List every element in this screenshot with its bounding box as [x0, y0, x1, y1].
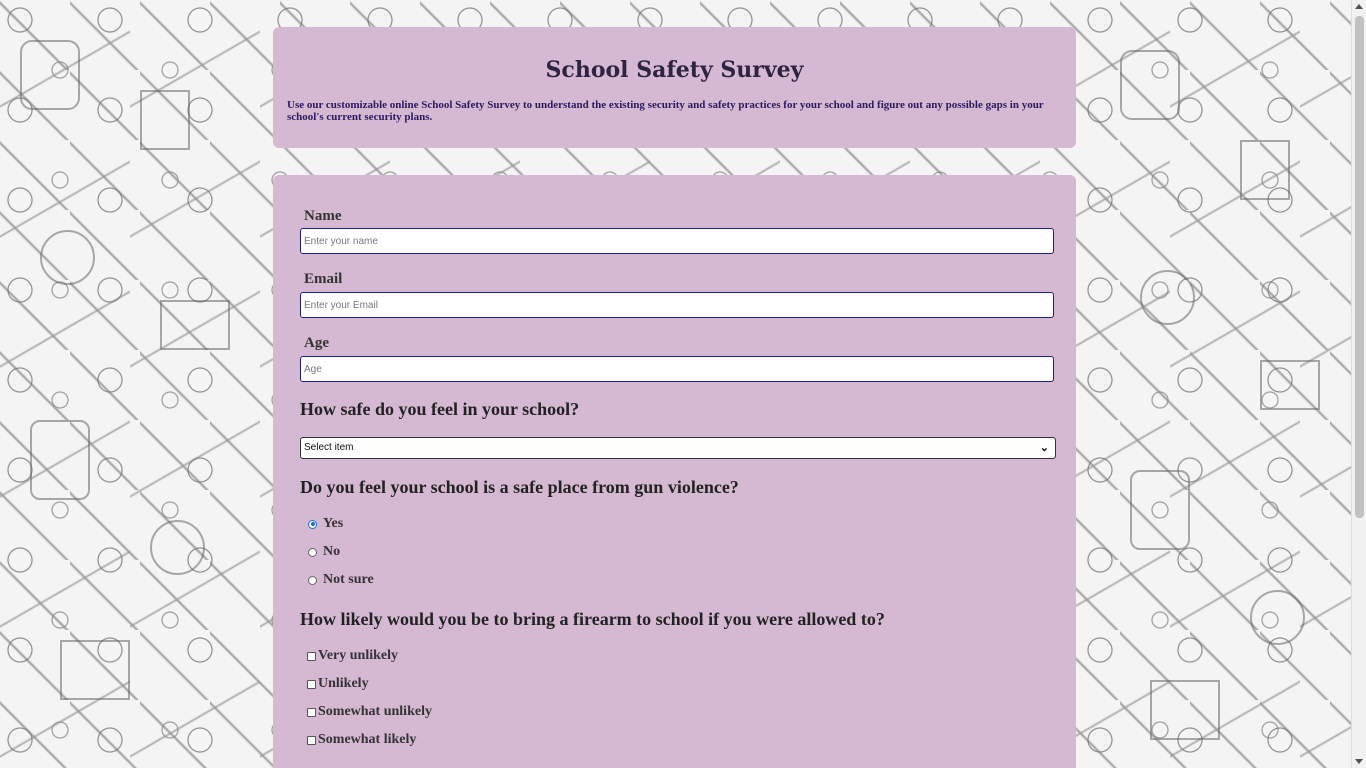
select-value: Select item	[304, 442, 354, 453]
radio-option-yes[interactable]: Yes	[300, 510, 1056, 538]
checkbox-option-somewhat-unlikely[interactable]: Somewhat unlikely	[300, 698, 1056, 726]
page-scrollbar[interactable]	[1351, 0, 1366, 768]
question-gun-violence: Do you feel your school is a safe place …	[300, 477, 739, 497]
checkbox-option-label: Somewhat likely	[318, 732, 417, 747]
checkbox-option-label: Somewhat unlikely	[318, 704, 432, 719]
radio-option-label: Yes	[323, 516, 344, 531]
radio-button[interactable]	[308, 547, 317, 557]
checkbox-option-label: Very unlikely	[318, 648, 398, 663]
radio-button[interactable]	[308, 519, 317, 529]
name-input[interactable]	[300, 228, 1054, 254]
checkbox[interactable]	[307, 735, 316, 745]
age-label: Age	[304, 335, 329, 351]
checkbox-option-somewhat-likely[interactable]: Somewhat likely	[300, 726, 1056, 754]
question-safety-feeling: How safe do you feel in your school?	[300, 399, 580, 419]
chevron-down-icon: ⌄	[1039, 442, 1049, 454]
checkbox[interactable]	[307, 679, 316, 689]
checkbox-option-very-unlikely[interactable]: Very unlikely	[300, 642, 1056, 670]
checkbox-option-unlikely[interactable]: Unlikely	[300, 670, 1056, 698]
radio-option-label: No	[323, 544, 341, 559]
survey-header-card: School Safety Survey Use our customizabl…	[273, 27, 1076, 148]
checkbox[interactable]	[307, 651, 316, 661]
radio-option-label: Not sure	[323, 572, 374, 587]
radio-option-no[interactable]: No	[300, 538, 1056, 566]
email-label: Email	[304, 271, 343, 287]
survey-description: Use our customizable online School Safet…	[287, 99, 1044, 123]
page-title: School Safety Survey	[545, 57, 804, 83]
scrollbar-thumb[interactable]	[1355, 16, 1364, 518]
radio-button[interactable]	[308, 575, 317, 585]
safety-feeling-select[interactable]: Select item ⌄	[300, 437, 1056, 459]
name-label: Name	[304, 208, 342, 224]
question-firearm: How likely would you be to bring a firea…	[300, 609, 885, 629]
email-input[interactable]	[300, 292, 1054, 318]
checkbox-option-label: Unlikely	[318, 676, 369, 691]
checkbox[interactable]	[307, 707, 316, 717]
survey-form: Name Email Age How safe do you feel in y…	[273, 175, 1076, 768]
scroll-up-arrow-icon[interactable]	[1355, 4, 1363, 9]
scroll-down-arrow-icon[interactable]	[1355, 759, 1363, 764]
radio-option-not-sure[interactable]: Not sure	[300, 566, 1056, 594]
age-input[interactable]	[300, 356, 1054, 382]
